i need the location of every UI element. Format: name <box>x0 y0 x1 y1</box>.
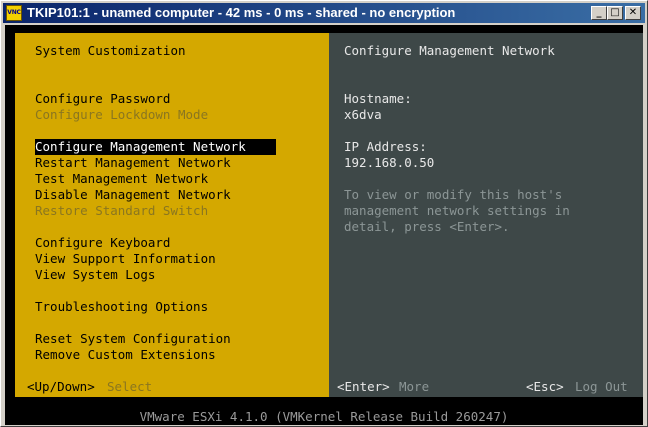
help-text-line: To view or modify this host's <box>344 187 563 202</box>
menu-item-configure-lockdown-mode: Configure Lockdown Mode <box>35 107 209 122</box>
menu-item-disable-management-network[interactable]: Disable Management Network <box>35 187 231 203</box>
pane-title: System Customization <box>35 43 186 58</box>
hostname-label: Hostname: <box>344 91 412 106</box>
menu-item-troubleshooting-options[interactable]: Troubleshooting Options <box>35 299 208 315</box>
vnc-app-icon[interactable]: VNC <box>6 5 22 21</box>
details-title: Configure Management Network <box>344 43 555 58</box>
menu-item-remove-custom-extensions[interactable]: Remove Custom Extensions <box>35 347 216 363</box>
menu-item-configure-password[interactable]: Configure Password <box>35 91 170 107</box>
close-button[interactable]: ✕ <box>625 6 641 20</box>
ip-address-label: IP Address: <box>344 139 427 154</box>
menu-item-reset-system-configuration[interactable]: Reset System Configuration <box>35 331 231 347</box>
esxi-version-footer: VMware ESXi 4.1.0 (VMKernel Release Buil… <box>139 409 509 424</box>
hint-up-down-key: <Up/Down> <box>27 379 95 394</box>
menu-item-restore-standard-switch: Restore Standard Switch <box>35 203 209 218</box>
menu-item-configure-management-network[interactable]: Configure Management Network <box>35 139 276 155</box>
hint-more-action: More <box>399 379 430 394</box>
hint-log-out-action: Log Out <box>575 379 628 394</box>
remote-console-screen[interactable]: System Customization Configure Password … <box>5 25 643 425</box>
hint-select-action: Select <box>107 379 153 394</box>
hint-enter-key: <Enter> <box>337 379 390 394</box>
maximize-button[interactable]: □ <box>607 6 623 20</box>
minimize-button[interactable]: _ <box>591 6 607 20</box>
vnc-viewer-window: VNC TKIP101:1 - unamed computer - 42 ms … <box>0 0 648 427</box>
window-titlebar[interactable]: VNC TKIP101:1 - unamed computer - 42 ms … <box>3 3 645 23</box>
details-pane: Configure Management Network Hostname: x… <box>329 33 643 397</box>
menu-item-view-system-logs[interactable]: View System Logs <box>35 267 155 283</box>
window-title: TKIP101:1 - unamed computer - 42 ms - 0 … <box>27 5 456 20</box>
hostname-value: x6dva <box>344 107 382 122</box>
help-text-line: detail, press <Enter>. <box>344 219 510 234</box>
hint-esc-key: <Esc> <box>526 379 564 394</box>
menu-item-test-management-network[interactable]: Test Management Network <box>35 171 208 187</box>
ip-address-value: 192.168.0.50 <box>344 155 435 170</box>
menu-item-configure-keyboard[interactable]: Configure Keyboard <box>35 235 170 251</box>
menu-item-restart-management-network[interactable]: Restart Management Network <box>35 155 231 171</box>
help-text-line: management network settings in <box>344 203 570 218</box>
system-customization-pane: System Customization Configure Password … <box>15 33 329 397</box>
menu-item-view-support-information[interactable]: View Support Information <box>35 251 216 267</box>
